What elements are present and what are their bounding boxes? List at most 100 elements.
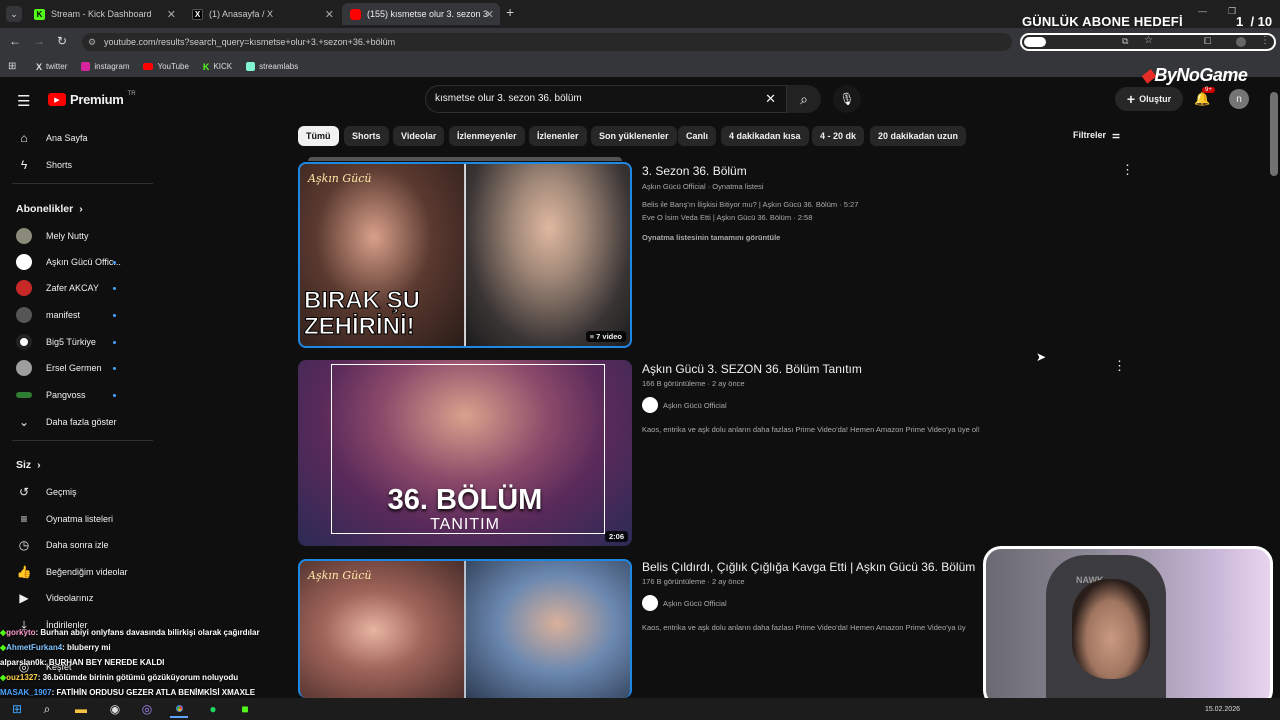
reload-icon[interactable]: ↻ <box>57 34 67 48</box>
x-icon: X <box>36 61 43 72</box>
result-title[interactable]: Aşkın Gücü 3. SEZON 36. Bölüm Tanıtım <box>642 362 862 376</box>
sidebar-subscriptions-header[interactable]: Abonelikler › <box>16 199 83 219</box>
goal-title: GÜNLÜK ABONE HEDEFİ <box>1022 14 1183 29</box>
goal-progress-fill <box>1024 37 1046 47</box>
app-icon[interactable]: ◉ <box>106 700 124 718</box>
close-icon[interactable]: ✕ <box>325 8 334 21</box>
spotify-icon[interactable]: ● <box>204 700 222 718</box>
sidebar-sub-askin-gucu[interactable]: Aşkın Gücü Offic... <box>16 252 121 272</box>
video-thumbnail[interactable]: Aşkın Gücü <box>298 559 632 698</box>
tab-kick-dashboard[interactable]: K Stream - Kick Dashboard ✕ <box>26 3 182 25</box>
cast-icon[interactable]: ⧉ <box>1122 36 1128 47</box>
chip-unwatched[interactable]: İzlenmeyenler <box>449 126 525 146</box>
avatar[interactable]: n <box>1229 89 1249 109</box>
result-channel-line[interactable]: Aşkın Gücü Official · Oynatma listesi <box>642 182 764 191</box>
windows-start-icon[interactable]: ⊞ <box>8 700 26 718</box>
extensions-icon[interactable]: ⧠ <box>1204 36 1211 47</box>
view-full-playlist-link[interactable]: Oynatma listesinin tamamını görüntüle <box>642 233 780 242</box>
playlist-item[interactable]: Belis ile Barış'ın İlişkisi Bitiyor mu? … <box>642 200 858 209</box>
close-icon[interactable]: ✕ <box>167 8 176 21</box>
sidebar-item-shorts[interactable]: ϟ Shorts <box>16 155 72 175</box>
bookmark-youtube[interactable]: YouTube <box>143 62 189 71</box>
search-button[interactable]: ⌕ <box>787 85 821 113</box>
playlist-thumbnail[interactable]: Aşkın Gücü BIRAK ŞU ZEHİRİNİ! ≡ 7 video <box>298 162 632 348</box>
sidebar-sub-zafer-akcay[interactable]: Zafer AKCAY <box>16 278 99 298</box>
channel-avatar <box>16 392 32 398</box>
sidebar-item-playlists[interactable]: ≡ Oynatma listeleri <box>16 509 113 529</box>
bynogame-logo: ◆ByNoGame <box>1141 65 1248 85</box>
chip-over-20-min[interactable]: 20 dakikadan uzun <box>870 126 967 146</box>
restore-icon[interactable]: ❐ <box>1228 6 1236 17</box>
tab-search-button[interactable]: ⌄ <box>6 6 22 22</box>
create-button[interactable]: + Oluştur <box>1115 87 1183 111</box>
sidebar-item-home[interactable]: ⌂ Ana Sayfa <box>16 128 87 148</box>
chat-message: ◆gorkyto: Burhan abiyi onlyfans davasınd… <box>0 628 260 637</box>
sidebar-sub-pangvoss[interactable]: Pangvoss <box>16 385 86 405</box>
chip-watched[interactable]: İzlenenler <box>529 126 587 146</box>
sidebar-sub-mely-nutty[interactable]: Mely Nutty <box>16 226 89 246</box>
sidebar-sub-manifest[interactable]: manifest <box>16 305 80 325</box>
chrome-icon[interactable] <box>170 700 188 718</box>
profile-icon[interactable] <box>1236 37 1246 47</box>
thumb-right-image <box>466 561 630 698</box>
sidebar-item-liked[interactable]: 👍 Beğendiğim videolar <box>16 562 128 582</box>
kick-app-icon[interactable]: ■ <box>236 700 254 718</box>
sidebar-sub-big5[interactable]: Big5 Türkiye <box>16 332 96 352</box>
kick-icon: K <box>202 61 210 72</box>
notifications-button[interactable]: 🔔 9+ <box>1194 87 1215 107</box>
sidebar-sub-ersel-germen[interactable]: Ersel Germen <box>16 358 102 378</box>
chip-all[interactable]: Tümü <box>298 126 339 146</box>
new-tab-button[interactable]: + <box>506 4 514 20</box>
file-explorer-icon[interactable]: ▬ <box>72 700 90 718</box>
bookmark-instagram[interactable]: instagram <box>81 62 129 71</box>
clear-search-icon[interactable]: ✕ <box>765 91 776 107</box>
more-options-icon[interactable]: ⋮ <box>1113 358 1126 374</box>
sidebar-item-watch-later[interactable]: ◷ Daha sonra izle <box>16 535 109 555</box>
playlist-item[interactable]: Eve O İsim Veda Etti | Aşkın Gücü 36. Bö… <box>642 213 812 222</box>
bookmark-twitter[interactable]: Xtwitter <box>36 62 67 72</box>
chip-shorts[interactable]: Shorts <box>344 126 389 146</box>
chip-live[interactable]: Canlı <box>678 126 717 146</box>
chip-recently-uploaded[interactable]: Son yüklenenler <box>591 126 677 146</box>
video-thumbnail[interactable]: 36. BÖLÜM TANITIM 2:06 <box>298 360 632 546</box>
sidebar-show-more[interactable]: ⌄ Daha fazla göster <box>16 412 117 432</box>
chip-4-20-min[interactable]: 4 - 20 dk <box>812 126 865 146</box>
sidebar-item-your-videos[interactable]: ▶ Videolarınız <box>16 588 93 608</box>
channel-avatar <box>16 254 32 270</box>
sidebar-item-history[interactable]: ↺ Geçmiş <box>16 482 77 502</box>
notification-badge: 9+ <box>1202 87 1215 93</box>
back-icon[interactable]: ← <box>9 34 21 48</box>
apps-icon[interactable]: ⊞ <box>8 61 16 72</box>
voice-search-button[interactable]: 🎙 <box>833 85 861 113</box>
result-channel[interactable]: Aşkın Gücü Official <box>642 595 727 611</box>
filters-button[interactable]: Filtreler ⚌ <box>1073 130 1120 141</box>
tab-youtube-search[interactable]: (155) kısmetse olur 3. sezon 36 ✕ <box>342 3 500 25</box>
minimize-icon[interactable]: — <box>1198 6 1207 16</box>
bookmark-streamlabs[interactable]: streamlabs <box>246 62 298 71</box>
bookmark-kick[interactable]: K KICK <box>203 62 232 72</box>
scrollbar-thumb[interactable] <box>1270 92 1278 176</box>
site-info-icon[interactable]: ⚙ <box>88 37 96 48</box>
result-channel[interactable]: Aşkın Gücü Official <box>642 397 727 413</box>
sidebar-you-header[interactable]: Siz › <box>16 455 41 475</box>
tab-x[interactable]: X (1) Anasayfa / X ✕ <box>184 3 340 25</box>
result-title[interactable]: Belis Çıldırdı, Çığlık Çığlığa Kavga Ett… <box>642 560 975 574</box>
result-meta: 166 B görüntüleme · 2 ay önce <box>642 379 745 388</box>
thumb-channel-logo: Aşkın Gücü <box>308 172 372 185</box>
search-icon[interactable]: ⌕ <box>38 700 56 718</box>
search-input[interactable]: kısmetse olur 3. sezon 36. bölüm ✕ <box>425 85 787 113</box>
close-icon[interactable]: ✕ <box>485 8 494 21</box>
menu-icon[interactable]: ⋮ <box>1260 35 1270 46</box>
forward-icon[interactable]: → <box>33 34 45 48</box>
chip-videos[interactable]: Videolar <box>393 126 445 146</box>
result-title[interactable]: 3. Sezon 36. Bölüm <box>642 164 747 178</box>
star-icon[interactable]: ☆ <box>1144 35 1153 46</box>
address-bar[interactable]: ⚙ youtube.com/results?search_query=kısme… <box>82 33 1012 51</box>
more-options-icon[interactable]: ⋮ <box>1121 162 1134 178</box>
mouse-cursor-icon: ➤ <box>1036 350 1047 364</box>
chip-under-4-min[interactable]: 4 dakikadan kısa <box>721 126 809 146</box>
search-icon: ⌕ <box>800 90 808 107</box>
result-description: Kaos, entrika ve aşk dolu anların daha f… <box>642 623 966 632</box>
bell-icon: 🔔 <box>1194 91 1211 106</box>
app-icon[interactable]: ◎ <box>138 700 156 718</box>
